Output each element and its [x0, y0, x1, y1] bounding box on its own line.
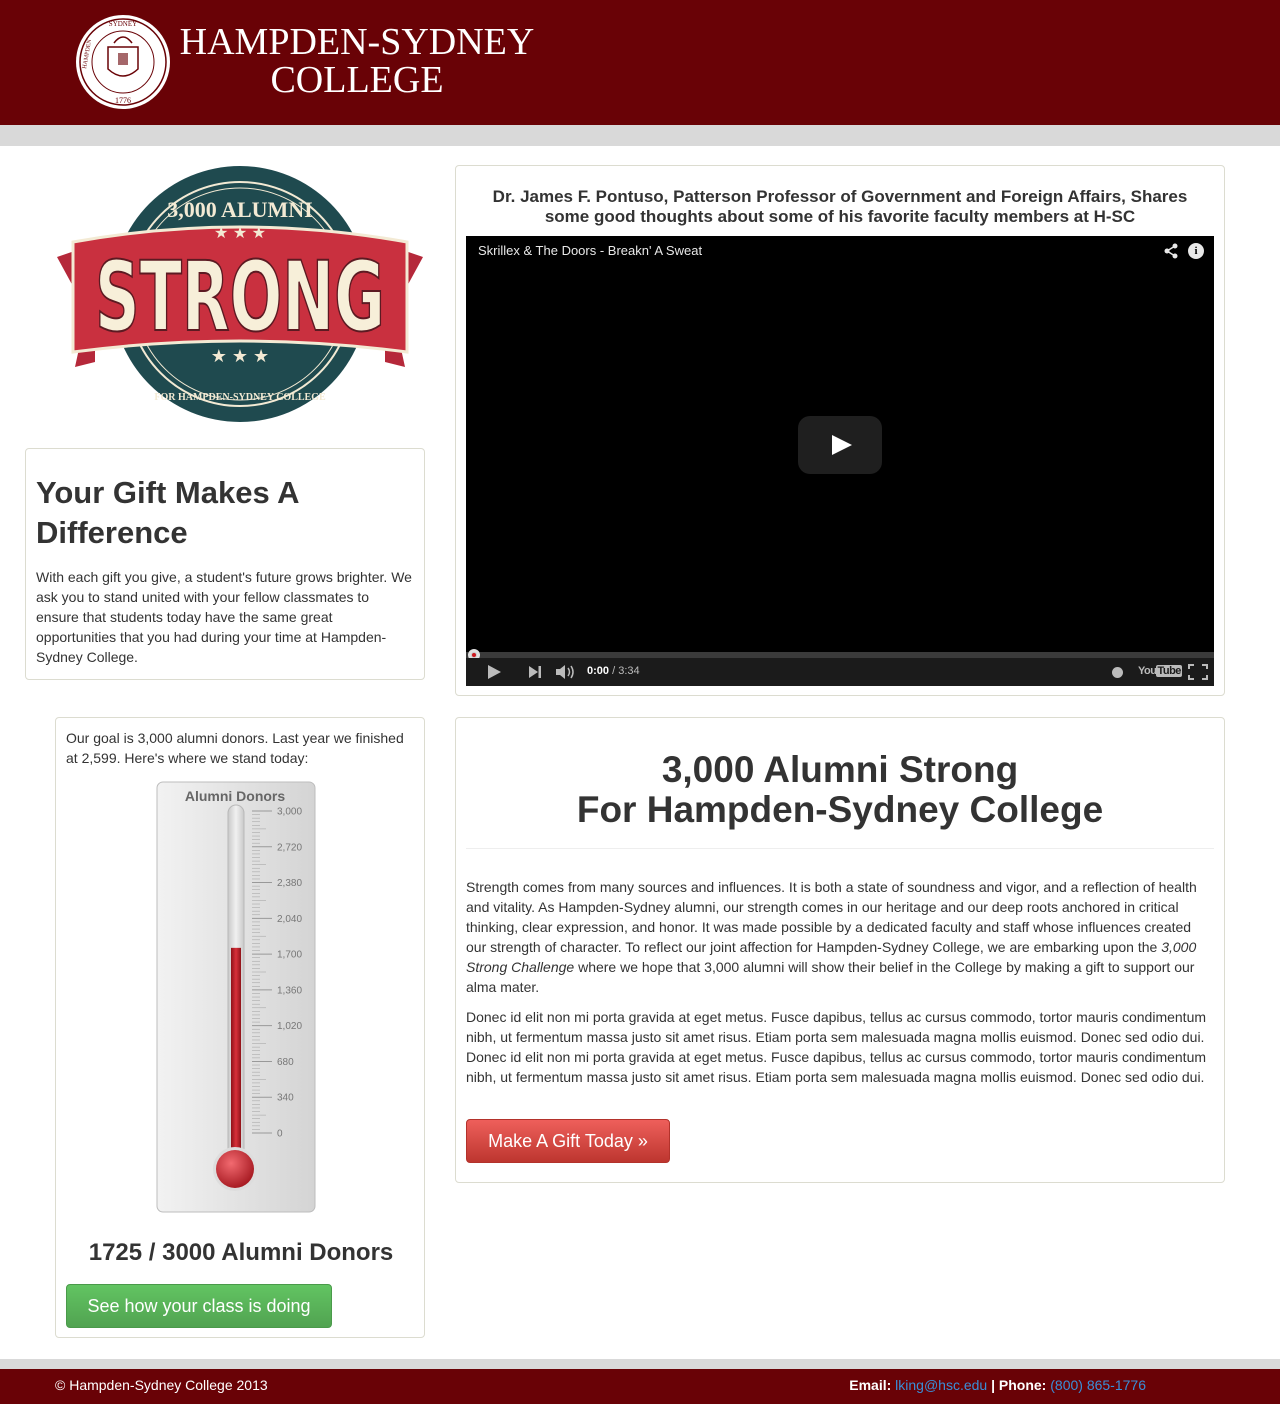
site-footer: © Hampden-Sydney College 2013 Email: lki…	[0, 1369, 1280, 1404]
thermometer-label: Alumni Donors	[185, 788, 286, 804]
youtube-logo-icon[interactable]: YouTube	[1138, 665, 1182, 677]
thermometer-card: Our goal is 3,000 alumni donors. Last ye…	[55, 717, 425, 1338]
gift-card: Your Gift Makes A Difference With each g…	[25, 448, 425, 680]
video-heading: Dr. James F. Pontuso, Patterson Professo…	[492, 187, 1188, 226]
svg-text:3,000 ALUMNI: 3,000 ALUMNI	[167, 197, 312, 222]
watch-later-icon[interactable]	[1112, 667, 1123, 678]
about-card: 3,000 Alumni Strong For Hampden-Sydney Co…	[455, 717, 1225, 1183]
thermometer-tick-label: 340	[277, 1093, 294, 1104]
email-link[interactable]: lking@hsc.edu	[895, 1377, 987, 1393]
thermometer-tick-label: 2,380	[277, 878, 302, 889]
volume-icon[interactable]	[556, 665, 576, 679]
svg-text:SYDNEY: SYDNEY	[109, 20, 137, 28]
make-gift-button[interactable]: Make A Gift Today »	[466, 1119, 670, 1163]
svg-text:★ ★ ★: ★ ★ ★	[214, 225, 266, 242]
alumni-strong-badge: STRONG 3,000 ALUMNI ★ ★ ★ ★ ★ ★ FOR HAMP…	[57, 166, 423, 422]
about-divider	[466, 848, 1214, 849]
gift-body: With each gift you give, a student's fut…	[36, 569, 412, 665]
gift-heading: Your Gift Makes A Difference	[36, 475, 299, 550]
svg-text:STRONG: STRONG	[95, 241, 385, 353]
thermometer-tick-label: 1,700	[277, 950, 302, 961]
brand-line-1: HAMPDEN-SYDNEY	[179, 21, 535, 63]
play-button-icon[interactable]	[488, 665, 501, 679]
footer-divider	[0, 1359, 1280, 1369]
svg-text:★ ★ ★: ★ ★ ★	[211, 346, 269, 366]
about-paragraph-2: Donec id elit non mi porta gravida at eg…	[466, 1009, 1207, 1085]
video-player[interactable]: Skrillex & The Doors - Breakn' A Sweat i…	[466, 236, 1214, 686]
player-title[interactable]: Skrillex & The Doors - Breakn' A Sweat	[478, 243, 702, 258]
brand-line-2: COLLEGE	[270, 59, 444, 101]
thermometer-tick-label: 2,720	[277, 842, 302, 853]
fullscreen-icon[interactable]	[1188, 664, 1208, 680]
college-seal-logo[interactable]: SYDNEY 1776 HAMPDEN	[74, 13, 172, 111]
thermometer-tick-label: 2,040	[277, 914, 302, 925]
goal-intro: Our goal is 3,000 alumni donors. Last ye…	[66, 730, 404, 766]
mercury-fill	[231, 947, 241, 1161]
video-card: Dr. James F. Pontuso, Patterson Professo…	[455, 165, 1225, 696]
thermometer-tick-label: 0	[277, 1129, 283, 1140]
thermometer-tick-label: 1,360	[277, 985, 302, 996]
svg-text:FOR HAMPDEN-SYDNEY COLLEGE: FOR HAMPDEN-SYDNEY COLLEGE	[154, 392, 326, 403]
site-brand[interactable]: HAMPDEN-SYDNEY COLLEGE	[178, 21, 536, 101]
info-icon[interactable]: i	[1188, 243, 1204, 259]
copyright: © Hampden-Sydney College 2013	[55, 1377, 268, 1393]
svg-text:1776: 1776	[115, 96, 131, 105]
phone-link[interactable]: (800) 865-1776	[1050, 1377, 1146, 1393]
contact-info: Email: lking@hsc.edu | Phone: (800) 865-…	[849, 1377, 1146, 1393]
about-paragraph-1: Strength comes from many sources and inf…	[466, 879, 1197, 995]
site-header: SYDNEY 1776 HAMPDEN HAMPDEN-SYDNEY COLLE…	[0, 0, 1280, 125]
time-display: 0:00 / 3:34	[587, 665, 640, 677]
play-icon[interactable]	[798, 416, 882, 474]
header-divider	[0, 125, 1280, 146]
next-icon[interactable]	[529, 666, 541, 678]
thermometer-tick-label: 680	[277, 1057, 294, 1068]
thermometer-tick-label: 3,000	[277, 807, 302, 818]
donor-count: 1725 / 3000 Alumni Donors	[88, 1239, 394, 1266]
donor-thermometer: Alumni Donors 3,000 2,720 2,380 2,040 1,700 1…	[156, 781, 316, 1213]
thermometer-bulb	[216, 1150, 254, 1188]
class-progress-button[interactable]: See how your class is doing	[66, 1284, 332, 1328]
player-controls: 0:00 / 3:34 YouTube	[466, 658, 1214, 686]
about-title: 3,000 Alumni Strong For Hampden-Sydney Co…	[576, 749, 1104, 830]
share-icon[interactable]	[1163, 243, 1179, 259]
thermometer-tick-label: 1,020	[277, 1021, 302, 1032]
